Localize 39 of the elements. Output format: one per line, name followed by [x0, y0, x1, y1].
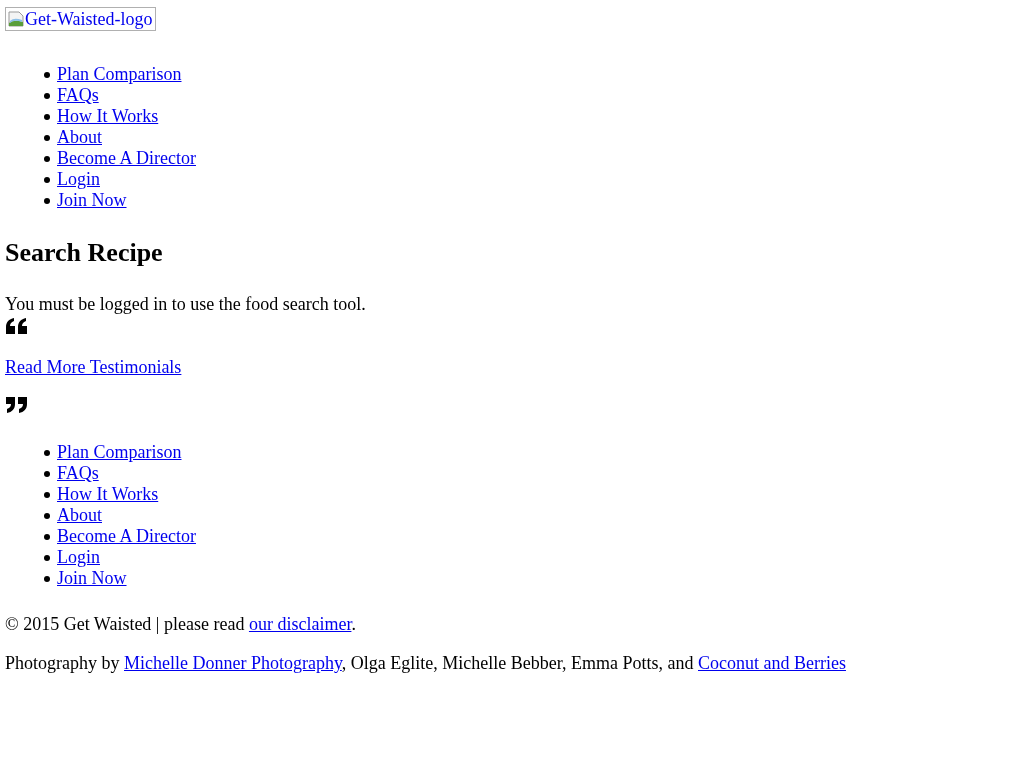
- footer-link[interactable]: Coconut and Berries: [698, 653, 846, 673]
- nav-link[interactable]: Become A Director: [57, 148, 196, 169]
- nav-link[interactable]: Login: [57, 547, 100, 568]
- bullet-icon: [44, 554, 50, 561]
- nav-link[interactable]: Login: [57, 169, 100, 190]
- bullet-icon: [44, 197, 50, 204]
- bullet-icon: [44, 71, 50, 78]
- nav-link[interactable]: Plan Comparison: [57, 64, 182, 85]
- nav-link[interactable]: Join Now: [57, 568, 127, 589]
- bullet-icon: [44, 512, 50, 519]
- close-quote-icon: [5, 396, 29, 414]
- bullet-icon: [44, 134, 50, 141]
- photo-credits: Photography by Michelle Donner Photography, Olga Eglite, Michelle Bebber, Emma Potts, and Coconut and Berries: [5, 653, 847, 674]
- nav-link[interactable]: How It Works: [57, 484, 159, 505]
- nav-link[interactable]: About: [57, 505, 102, 526]
- nav-link[interactable]: FAQs: [57, 85, 99, 106]
- page-heading: Search Recipe: [5, 238, 164, 268]
- nav-link[interactable]: Become A Director: [57, 526, 196, 547]
- bullet-icon: [44, 113, 50, 120]
- nav-link[interactable]: Plan Comparison: [57, 442, 182, 463]
- bullet-icon: [44, 470, 50, 477]
- nav-link[interactable]: Join Now: [57, 190, 127, 211]
- nav-link[interactable]: FAQs: [57, 463, 99, 484]
- footer-link[interactable]: our disclaimer: [248, 614, 352, 634]
- testimonials-link[interactable]: Read More Testimonials: [5, 357, 182, 377]
- nav-link[interactable]: About: [57, 127, 102, 148]
- bullet-icon: [44, 92, 50, 99]
- login-message: You must be logged in to use the food search tool.: [5, 294, 367, 315]
- bullet-icon: [44, 449, 50, 456]
- copyright-text: © 2015 Get Waisted | please read our disclaimer.: [5, 614, 357, 635]
- bullet-icon: [44, 491, 50, 498]
- open-quote-icon: [5, 317, 29, 335]
- bullet-icon: [44, 533, 50, 540]
- broken-logo-image: Get-Waisted-logo: [5, 7, 156, 31]
- bullet-icon: [44, 575, 50, 582]
- footer-link[interactable]: Michelle Donner Photography: [124, 653, 342, 673]
- nav-link[interactable]: How It Works: [57, 106, 159, 127]
- bullet-icon: [44, 176, 50, 183]
- bullet-icon: [44, 155, 50, 162]
